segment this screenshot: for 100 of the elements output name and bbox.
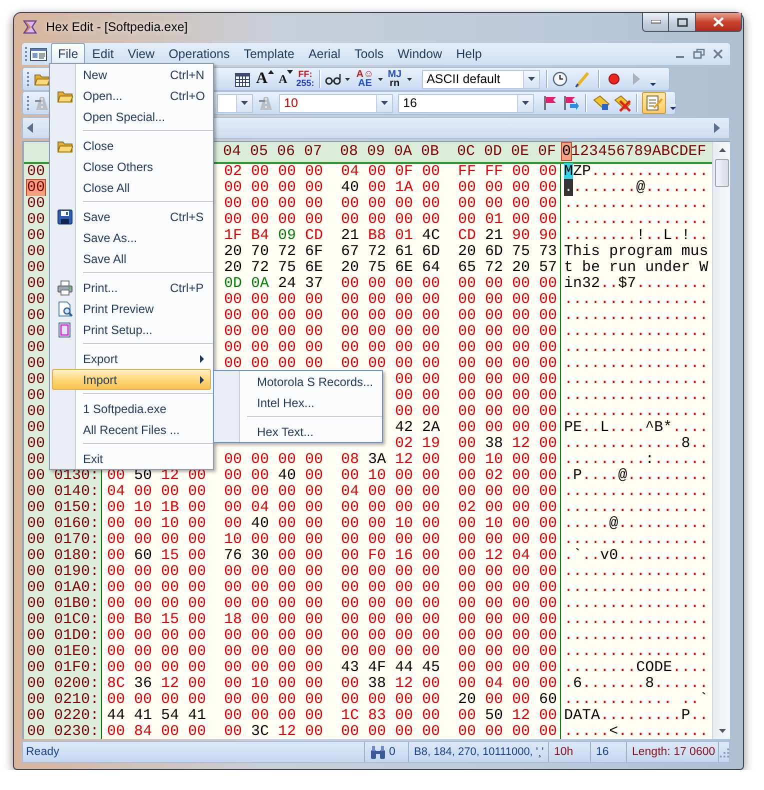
hex-byte: 00 [422,372,442,388]
number-dropdown[interactable]: 10 [279,94,393,112]
hex-byte: 00 [485,724,504,739]
hex-byte: 00 [395,692,414,708]
record-icon[interactable] [606,72,621,86]
close-icon[interactable] [712,48,724,60]
address-cell: 00 01B0: [27,596,100,612]
menu-item[interactable]: Close Others [52,156,211,177]
hex-byte: 00 [161,724,180,739]
hex-byte: 00 [539,436,557,452]
number-dropdown[interactable]: 16 [398,94,534,112]
hex-byte: 00 [134,644,154,660]
submenu-arrow-icon [200,355,204,363]
menu-item[interactable]: Print... Ctrl+P [52,277,211,298]
notepad-icon[interactable] [642,92,666,114]
ascii-text: ................ [563,596,710,612]
address-cell: 00 [27,436,46,452]
restore-icon[interactable] [693,48,705,60]
hex-byte: 00 [305,644,324,660]
clock-icon[interactable] [552,71,568,87]
minimize-button[interactable] [642,13,669,32]
hex-byte: 60 [539,692,557,708]
menu-item[interactable]: Save As... [52,227,211,248]
resize-grip-icon[interactable] [719,746,729,758]
menu-item[interactable]: Close All [52,177,211,198]
calendar-icon[interactable] [234,70,251,88]
minimize-icon [650,20,660,24]
number-format-button[interactable]: FF: 255: [296,70,314,88]
caret-icon[interactable] [345,78,350,80]
menu-item[interactable]: Import [52,369,211,390]
caret-icon[interactable] [378,78,383,80]
hex-byte: 00 [107,612,126,628]
hex-byte: 37 [305,276,324,292]
menu-item[interactable]: View [120,43,162,65]
menu-item[interactable]: Tools [347,43,391,65]
tag-icon[interactable] [593,94,610,112]
menu-item[interactable]: All Recent Files ... [52,419,211,440]
hex-byte: 1C [341,708,360,724]
hex-byte: 00 [368,532,388,548]
dropdown-field[interactable] [217,94,253,112]
menu-item[interactable]: Export [52,348,211,369]
encoding-dropdown[interactable]: ASCII default [422,70,540,88]
menu-item[interactable]: Intel Hex... [216,392,380,413]
menu-item[interactable]: Hex Text... [216,421,380,442]
hex-byte: 00 [188,532,208,548]
menu-item[interactable]: 1 Softpedia.exe [52,398,211,419]
menu-item[interactable]: Exit [52,448,211,469]
road-icon[interactable] [258,95,274,111]
document-icon[interactable] [30,46,47,62]
hex-byte: 00 [458,436,478,452]
menu-item[interactable]: Save All [52,248,211,269]
menu-item[interactable]: Help [449,43,489,65]
hex-byte: 00 [485,308,504,324]
hex-byte: 00 [341,340,360,356]
menu-item[interactable]: Aerial [301,43,348,65]
hex-byte: 00 [395,212,414,228]
scrollbar-thumb[interactable] [715,159,729,187]
maximize-button[interactable] [669,13,696,32]
letter-button[interactable]: A☺ AE [356,70,374,88]
menu-item[interactable]: Close [52,135,211,156]
hex-byte: 00 [107,548,126,564]
scroll-left-icon[interactable] [27,123,33,133]
shrink-font-button[interactable]: A [278,70,294,88]
menu-item[interactable]: File [51,43,86,65]
hex-byte: 00 [395,500,414,516]
ascii-text: ................ [563,372,710,388]
hex-byte: 00 [251,308,270,324]
menu-item[interactable]: Motorola S Records... [216,371,380,392]
road-icon[interactable] [34,95,50,111]
menu-item[interactable]: Template [236,43,302,65]
caret-icon[interactable] [406,78,412,80]
ascii-text: ................ [563,388,710,404]
menu-item[interactable]: Window [390,43,450,65]
glasses-icon[interactable] [325,71,342,87]
pen-icon[interactable] [574,70,591,88]
menu-item[interactable]: Open... Ctrl+O [52,85,211,106]
menu-item[interactable]: Print Setup... [52,319,211,340]
tag-delete-icon[interactable] [614,94,631,112]
menu-item[interactable]: Open Special... [52,106,211,127]
letter-button[interactable]: MJ rn [388,70,402,88]
hex-byte: 00 [368,628,388,644]
menu-item[interactable]: New Ctrl+N [52,64,211,85]
hex-byte: 16 [395,548,414,564]
hex-byte: 00 [161,484,180,500]
ascii-text: ................ [563,196,710,212]
grow-font-button[interactable]: A [256,70,274,88]
menu-item[interactable]: Save Ctrl+S [52,206,211,227]
hex-byte: 00 [485,180,504,196]
flag-icon[interactable] [542,95,559,111]
hex-byte: 00 [539,212,557,228]
hex-byte: 00 [278,660,298,676]
close-button[interactable] [696,13,742,32]
flag-arrow-icon[interactable] [562,94,580,112]
menu-item[interactable]: Edit [85,43,121,65]
hex-byte: 00 [485,292,504,308]
menu-item[interactable]: Print Preview [52,298,211,319]
hex-byte: 00 [278,500,298,516]
hex-byte: 00 [305,548,324,564]
menu-item[interactable]: Operations [162,43,237,65]
scroll-right-icon[interactable] [714,123,720,133]
